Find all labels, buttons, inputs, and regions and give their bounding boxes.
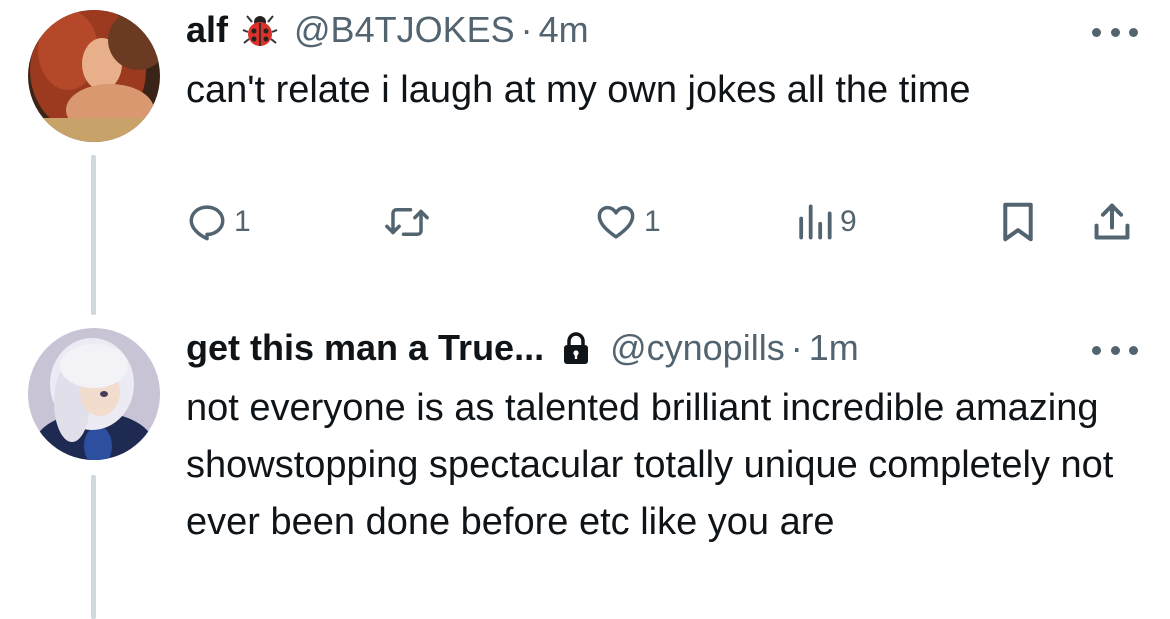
more-dot-icon bbox=[1110, 345, 1120, 355]
reply-button[interactable]: 1 bbox=[186, 196, 251, 248]
more-options-button[interactable] bbox=[1092, 22, 1138, 42]
share-button[interactable] bbox=[1092, 196, 1132, 248]
tweet-text: not everyone is as talented brilliant in… bbox=[186, 387, 1114, 543]
separator: · bbox=[520, 9, 533, 50]
tweet-1[interactable]: alf @B4TJOKES · 4m can't relate i laugh … bbox=[0, 0, 1170, 315]
timestamp[interactable]: 1m bbox=[809, 326, 859, 370]
action-bar: 1 1 9 bbox=[186, 196, 1146, 248]
avatar[interactable] bbox=[28, 10, 160, 142]
views-button[interactable]: 9 bbox=[796, 196, 857, 248]
like-button[interactable]: 1 bbox=[594, 196, 661, 248]
more-options-button[interactable] bbox=[1092, 340, 1138, 360]
display-name[interactable]: alf bbox=[186, 8, 228, 52]
share-icon bbox=[1094, 203, 1130, 240]
heart-icon bbox=[597, 205, 635, 239]
like-count: 1 bbox=[644, 205, 661, 238]
more-dot-icon bbox=[1092, 345, 1101, 355]
retweet-icon bbox=[385, 208, 429, 236]
tweet-text: can't relate i laugh at my own jokes all… bbox=[186, 69, 971, 111]
handle[interactable]: @cynopills bbox=[610, 326, 785, 370]
thread-line bbox=[91, 155, 96, 315]
timestamp[interactable]: 4m bbox=[539, 8, 589, 52]
more-dot-icon bbox=[1129, 345, 1138, 355]
view-count: 9 bbox=[840, 205, 857, 238]
retweet-button[interactable] bbox=[384, 196, 436, 248]
separator: · bbox=[790, 327, 803, 368]
thread-line bbox=[91, 475, 96, 619]
tweet-2[interactable]: get this man a True... @cynopills · 1m n… bbox=[0, 310, 1170, 619]
ladybug-icon bbox=[242, 12, 278, 48]
lock-icon bbox=[558, 330, 594, 366]
bookmark-button[interactable] bbox=[998, 196, 1038, 248]
tweet-header: get this man a True... @cynopills · 1m bbox=[186, 326, 859, 370]
more-dot-icon bbox=[1129, 27, 1138, 37]
bookmark-icon bbox=[1003, 202, 1033, 242]
handle[interactable]: @B4TJOKES bbox=[294, 8, 515, 52]
tweet-header: alf @B4TJOKES · 4m bbox=[186, 8, 589, 52]
display-name[interactable]: get this man a True... bbox=[186, 326, 544, 370]
more-dot-icon bbox=[1092, 27, 1101, 37]
views-icon bbox=[799, 204, 832, 240]
more-dot-icon bbox=[1110, 27, 1120, 37]
reply-icon bbox=[189, 205, 225, 241]
avatar[interactable] bbox=[28, 328, 160, 460]
reply-count: 1 bbox=[234, 205, 251, 238]
